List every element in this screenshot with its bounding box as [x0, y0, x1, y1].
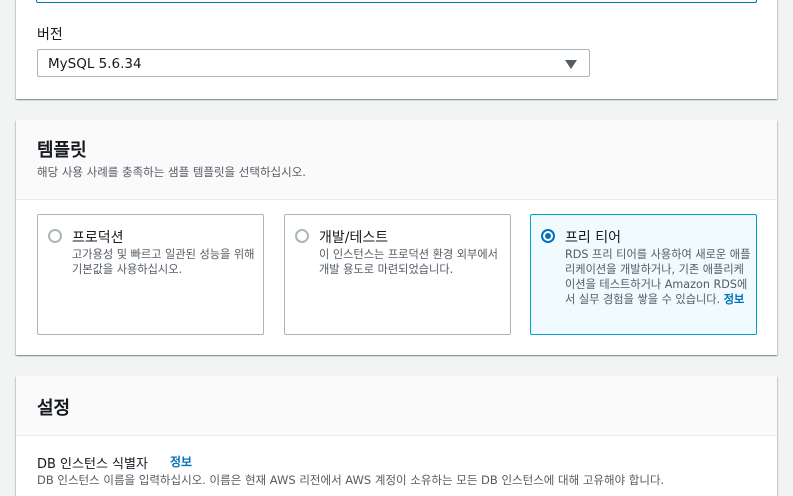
db-identifier-info-link[interactable]: 정보	[170, 453, 192, 470]
info-link[interactable]: 정보	[724, 293, 745, 306]
settings-header: 설정	[16, 376, 777, 436]
template-description-text: RDS 프리 티어를 사용하여 새로운 애플리케이션을 개발하거나, 기존 애플…	[565, 248, 751, 306]
radio-button[interactable]	[48, 229, 62, 243]
templates-title: 템플릿	[37, 140, 87, 161]
settings-title: 설정	[37, 398, 71, 419]
db-identifier-label: DB 인스턴스 식별자	[37, 457, 148, 472]
version-select-value: MySQL 5.6.34	[48, 56, 142, 72]
template-card-dev-test[interactable]: 개발/테스트 이 인스턴스는 프로덕션 환경 외부에서 개발 용도로 마련되었습…	[284, 214, 511, 335]
template-description: 고가용성 및 빠르고 일관된 성능을 위해 기본값을 사용하십시오.	[72, 248, 255, 276]
template-description: RDS 프리 티어를 사용하여 새로운 애플리케이션을 개발하거나, 기존 애플…	[565, 247, 751, 307]
radio-button-selected[interactable]	[541, 229, 555, 243]
templates-description: 해당 사용 사례를 충족하는 샘플 템플릿을 선택하십시오.	[37, 165, 306, 179]
radio-button[interactable]	[295, 229, 309, 243]
db-identifier-description: DB 인스턴스 이름을 입력하십시오. 이름은 현재 AWS 리전에서 AWS …	[37, 473, 665, 487]
version-label: 버전	[37, 27, 63, 43]
template-card-free-tier[interactable]: 프리 티어 RDS 프리 티어를 사용하여 새로운 애플리케이션을 개발하거나,…	[530, 214, 757, 335]
template-label: 개발/테스트	[319, 230, 389, 246]
settings-panel: 설정 DB 인스턴스 식별자 정보 DB 인스턴스 이름을 입력하십시오. 이름…	[16, 376, 777, 496]
template-card-production[interactable]: 프로덕션 고가용성 및 빠르고 일관된 성능을 위해 기본값을 사용하십시오.	[37, 214, 264, 335]
templates-header: 템플릿 해당 사용 사례를 충족하는 샘플 템플릿을 선택하십시오.	[16, 120, 777, 200]
caret-down-icon	[565, 60, 577, 69]
template-description: 이 인스턴스는 프로덕션 환경 외부에서 개발 용도로 마련되었습니다.	[319, 248, 498, 276]
engine-options-panel: 버전 MySQL 5.6.34	[16, 0, 777, 99]
template-label: 프로덕션	[72, 230, 124, 246]
version-select[interactable]: MySQL 5.6.34	[37, 49, 590, 77]
previous-input-field[interactable]	[36, 0, 757, 3]
templates-panel: 템플릿 해당 사용 사례를 충족하는 샘플 템플릿을 선택하십시오. 프로덕션 …	[16, 120, 777, 355]
template-label: 프리 티어	[565, 230, 621, 246]
